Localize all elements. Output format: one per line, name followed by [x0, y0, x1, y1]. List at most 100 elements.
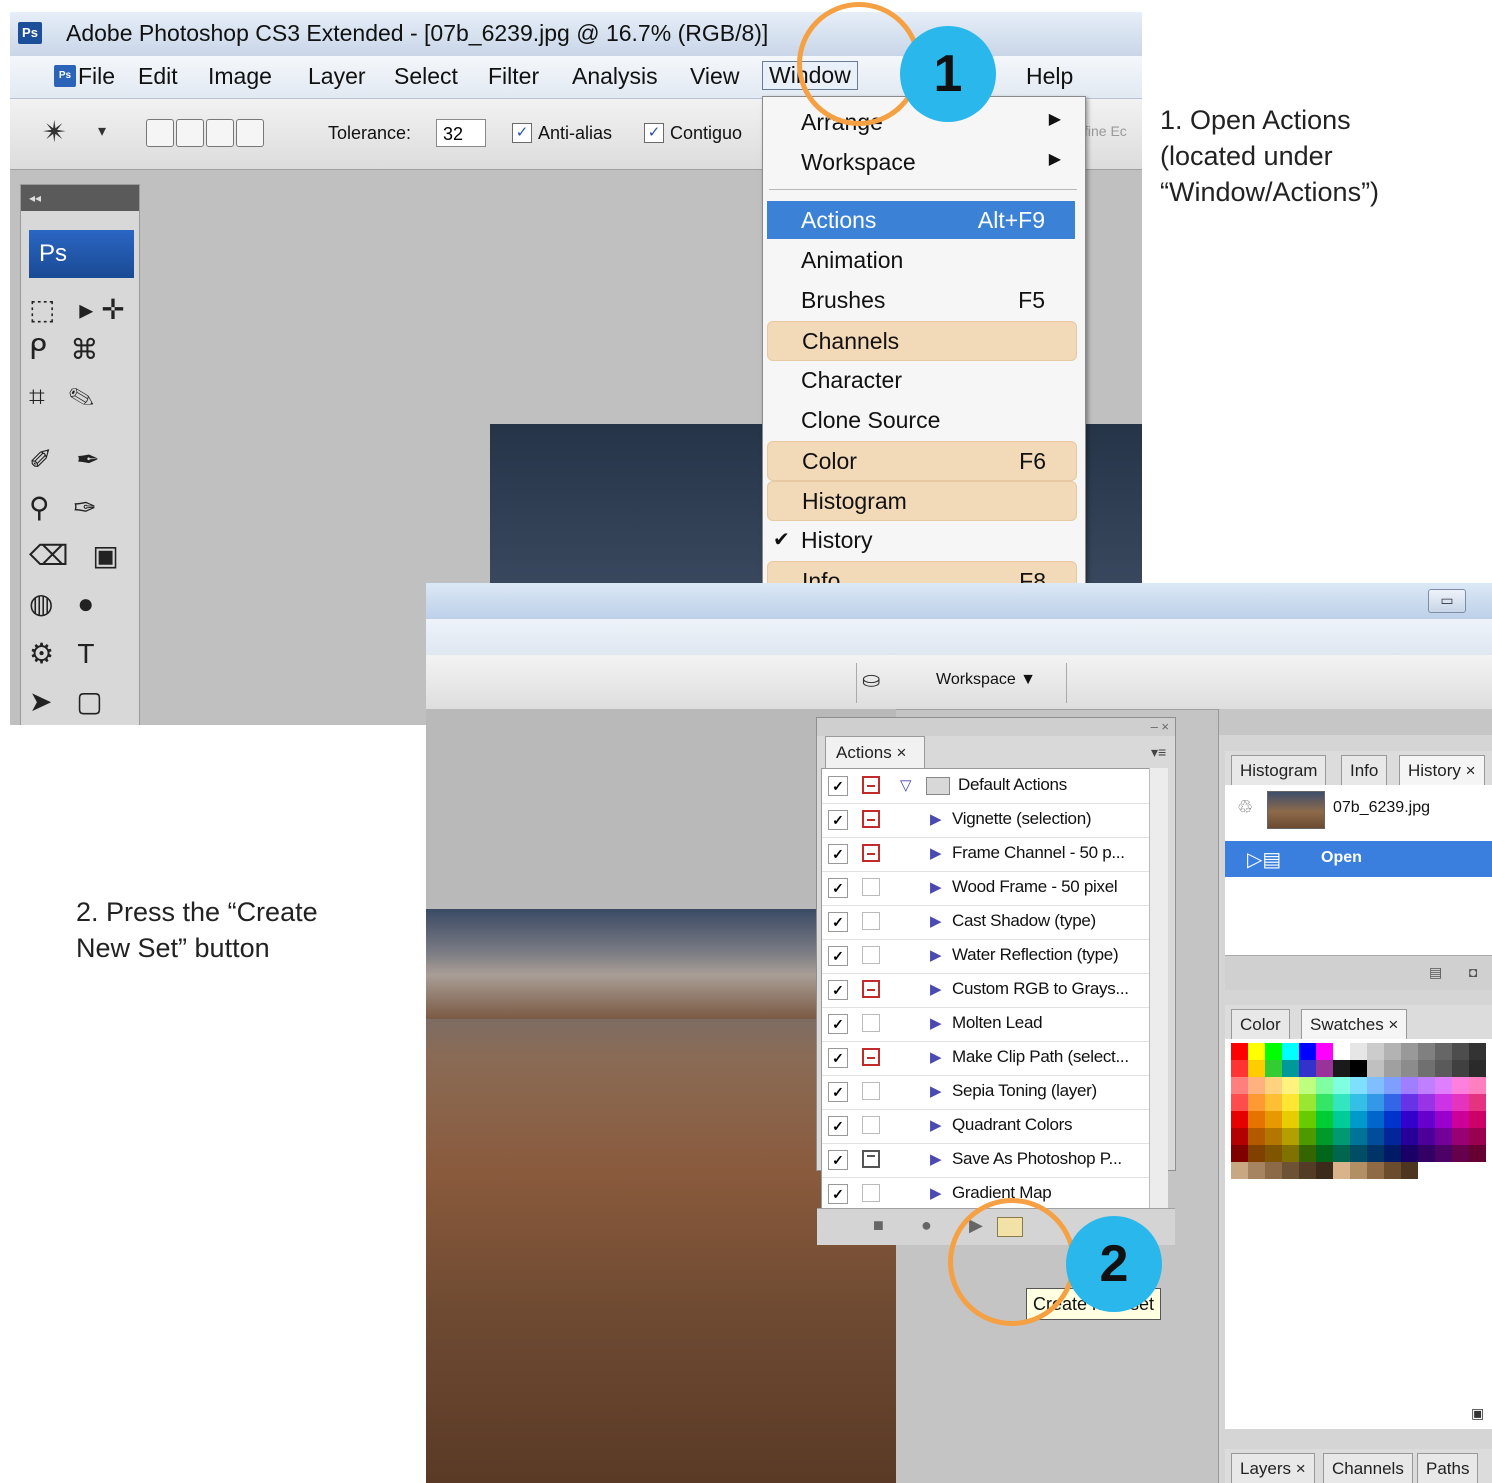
tab-swatches[interactable]: Swatches ×: [1301, 1009, 1408, 1039]
tool-row-crop-slice[interactable]: ⌗ ✎: [29, 381, 102, 414]
toggle-checkbox[interactable]: ✓: [828, 1048, 848, 1068]
action-set-row[interactable]: ✓ ▽ Default Actions: [822, 769, 1150, 804]
tab-color[interactable]: Color: [1231, 1009, 1290, 1039]
toggle-checkbox[interactable]: ✓: [828, 810, 848, 830]
swatch[interactable]: [1435, 1111, 1453, 1129]
swatch[interactable]: [1401, 1043, 1419, 1061]
swatch[interactable]: [1265, 1111, 1283, 1129]
swatch[interactable]: [1231, 1077, 1249, 1095]
dialog-toggle-icon[interactable]: [862, 1082, 880, 1100]
record-icon[interactable]: ●: [921, 1215, 932, 1236]
swatch[interactable]: [1299, 1077, 1317, 1095]
swatch[interactable]: [1333, 1077, 1351, 1095]
menu-file[interactable]: File: [78, 63, 115, 90]
tab-layers[interactable]: Layers ×: [1231, 1453, 1315, 1483]
swatch[interactable]: [1401, 1111, 1419, 1129]
swatch[interactable]: [1401, 1077, 1419, 1095]
tab-histogram[interactable]: Histogram: [1231, 755, 1327, 785]
swatch[interactable]: [1316, 1162, 1334, 1180]
action-row[interactable]: ✓ ▶ Frame Channel - 50 p...: [822, 837, 1150, 872]
swatch[interactable]: [1384, 1043, 1402, 1061]
swatch[interactable]: [1248, 1145, 1266, 1163]
swatch[interactable]: [1333, 1111, 1351, 1129]
swatch[interactable]: [1418, 1077, 1436, 1095]
swatch[interactable]: [1384, 1060, 1402, 1078]
swatch[interactable]: [1452, 1111, 1470, 1129]
tool-row-lasso-wand[interactable]: ᑭ ⌘: [29, 333, 106, 366]
new-swatch-icon[interactable]: ▣: [1471, 1405, 1484, 1422]
dialog-toggle-icon[interactable]: [862, 776, 880, 794]
swatch[interactable]: [1384, 1111, 1402, 1129]
intersect-selection-icon[interactable]: [236, 119, 264, 147]
swatch[interactable]: [1231, 1060, 1249, 1078]
swatch[interactable]: [1452, 1043, 1470, 1061]
swatch[interactable]: [1231, 1145, 1249, 1163]
new-document-icon[interactable]: ▤: [1429, 964, 1442, 981]
swatch[interactable]: [1418, 1111, 1436, 1129]
tool-row-stamp-history[interactable]: ⚲ ✑: [29, 491, 105, 524]
swatch[interactable]: [1469, 1162, 1487, 1180]
expand-triangle-icon[interactable]: ▶: [930, 1048, 942, 1066]
add-selection-icon[interactable]: [176, 119, 204, 147]
swatch[interactable]: [1333, 1162, 1351, 1180]
window-menu-character[interactable]: Character: [767, 361, 1075, 399]
swatch[interactable]: [1265, 1043, 1283, 1061]
swatch[interactable]: [1282, 1043, 1300, 1061]
swatch[interactable]: [1418, 1162, 1436, 1180]
expand-triangle-icon[interactable]: ▶: [930, 1082, 942, 1100]
expand-triangle-icon[interactable]: ▶: [930, 1014, 942, 1032]
window-menu-history[interactable]: ✔ History: [767, 521, 1075, 559]
expand-triangle-icon[interactable]: ▶: [930, 946, 942, 964]
history-state-open[interactable]: ▷▤ Open: [1225, 841, 1492, 877]
swatch[interactable]: [1299, 1128, 1317, 1146]
document-icon[interactable]: Ps: [54, 65, 76, 87]
swatch[interactable]: [1469, 1111, 1487, 1129]
swatch[interactable]: [1401, 1060, 1419, 1078]
swatch[interactable]: [1282, 1060, 1300, 1078]
panel-menu-icon[interactable]: ▾≡: [1151, 744, 1166, 761]
tool-row-blur-dodge[interactable]: ◍ ●: [29, 587, 102, 620]
swatch[interactable]: [1452, 1060, 1470, 1078]
action-row[interactable]: ✓ ▶ Wood Frame - 50 pixel: [822, 871, 1150, 906]
swatch[interactable]: [1350, 1060, 1368, 1078]
swatch[interactable]: [1367, 1145, 1385, 1163]
swatch[interactable]: [1401, 1162, 1419, 1180]
toolbox-collapse[interactable]: ◂◂: [21, 185, 139, 211]
swatch[interactable]: [1367, 1094, 1385, 1112]
menu-help[interactable]: Help: [1026, 63, 1073, 90]
swatch[interactable]: [1350, 1145, 1368, 1163]
swatch[interactable]: [1435, 1162, 1453, 1180]
swatch[interactable]: [1452, 1162, 1470, 1180]
swatch[interactable]: [1367, 1077, 1385, 1095]
swatch[interactable]: [1418, 1094, 1436, 1112]
swatch[interactable]: [1316, 1128, 1334, 1146]
snapshot-brush-icon[interactable]: ♲: [1237, 797, 1253, 818]
menu-filter[interactable]: Filter: [488, 63, 539, 90]
swatch[interactable]: [1265, 1145, 1283, 1163]
swatch[interactable]: [1367, 1162, 1385, 1180]
swatch[interactable]: [1299, 1043, 1317, 1061]
swatch[interactable]: [1231, 1111, 1249, 1129]
stop-icon[interactable]: ■: [873, 1215, 884, 1236]
action-row[interactable]: ✓ ▶ Sepia Toning (layer): [822, 1075, 1150, 1110]
swatch[interactable]: [1418, 1060, 1436, 1078]
toggle-checkbox[interactable]: ✓: [828, 878, 848, 898]
swatch[interactable]: [1265, 1060, 1283, 1078]
swatch[interactable]: [1282, 1145, 1300, 1163]
magic-wand-icon[interactable]: ✴: [42, 115, 67, 150]
swatch[interactable]: [1384, 1145, 1402, 1163]
swatch[interactable]: [1299, 1060, 1317, 1078]
anti-alias-checkbox[interactable]: ✓: [512, 123, 532, 143]
swatch[interactable]: [1248, 1162, 1266, 1180]
swatch[interactable]: [1367, 1043, 1385, 1061]
new-snapshot-icon[interactable]: ◘: [1469, 964, 1477, 980]
swatch[interactable]: [1469, 1128, 1487, 1146]
dialog-toggle-icon[interactable]: [862, 980, 880, 998]
swatch[interactable]: [1418, 1128, 1436, 1146]
tab-paths[interactable]: Paths: [1417, 1453, 1479, 1483]
action-row[interactable]: ✓ ▶ Water Reflection (type): [822, 939, 1150, 974]
swatch[interactable]: [1350, 1077, 1368, 1095]
swatch[interactable]: [1384, 1094, 1402, 1112]
window-menu-color[interactable]: Color F6: [767, 441, 1077, 481]
swatch[interactable]: [1299, 1162, 1317, 1180]
